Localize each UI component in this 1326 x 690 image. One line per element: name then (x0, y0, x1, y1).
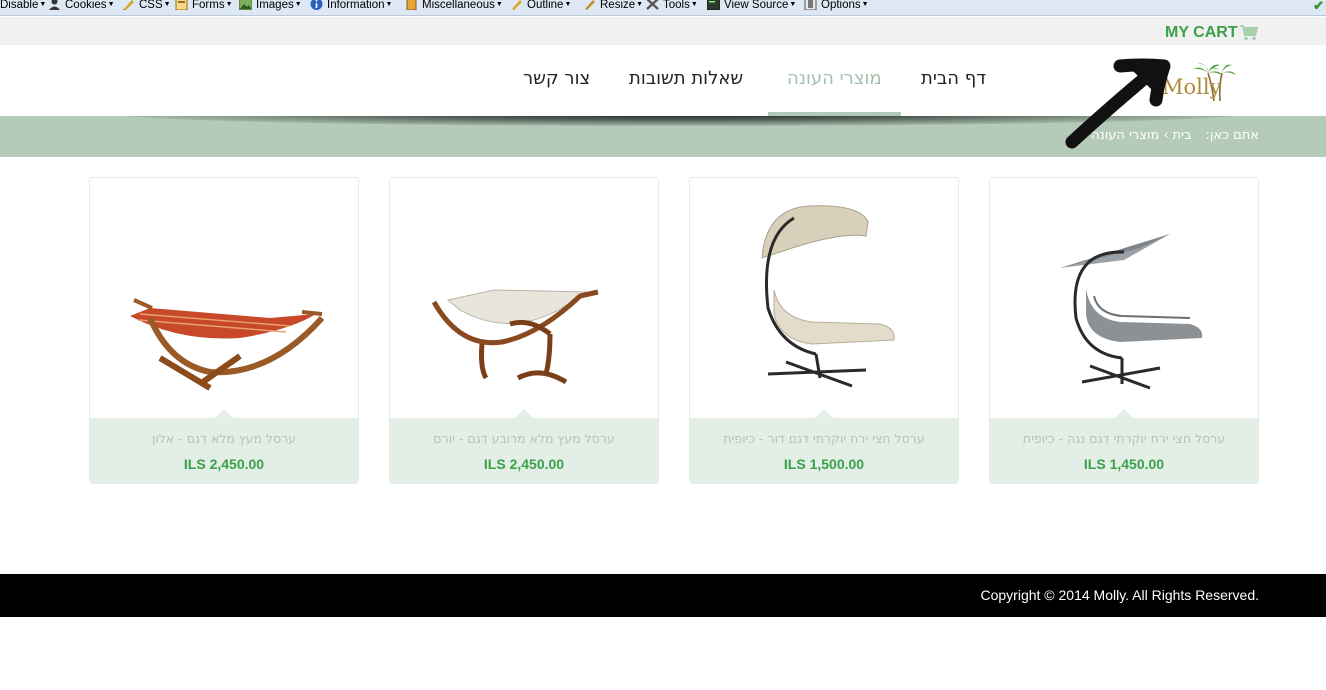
devbar-resize-label: Resize (600, 0, 636, 11)
card-notch (214, 409, 234, 419)
devbar-css-label: CSS (139, 0, 163, 11)
devbar-outline-menu[interactable]: Outline ▼ (510, 0, 571, 16)
tools-icon (646, 0, 659, 10)
css-icon (122, 0, 135, 10)
dropdown-arrow-icon: ▼ (636, 1, 644, 8)
devbar-information-menu[interactable]: Information ▼ (310, 0, 392, 16)
dropdown-arrow-icon: ▼ (564, 1, 572, 8)
devbar-outline-label: Outline (527, 0, 564, 11)
devbar-css-menu[interactable]: CSS ▼ (122, 0, 171, 16)
devbar-view-source-label: View Source (724, 0, 789, 11)
devbar-images-menu[interactable]: Images ▼ (238, 0, 302, 16)
dropdown-arrow-icon: ▼ (294, 1, 302, 8)
site-footer: Copyright © 2014 Molly. All Rights Reser… (0, 574, 1326, 617)
cookies-icon (48, 0, 61, 10)
product-info: ערסל חצי ירח יוקרתי דגם דור - כיופית ILS… (690, 409, 958, 483)
product-image[interactable] (90, 178, 358, 418)
devbar-view-source-menu[interactable]: View Source ▼ (706, 0, 797, 16)
devbar-disable-menu[interactable]: Disable ▼ (0, 0, 46, 16)
images-icon (238, 0, 253, 11)
product-price: ILS 1,450.00 (1083, 456, 1165, 472)
devbar-options-label: Options (821, 0, 861, 11)
dropdown-arrow-icon: ▼ (163, 1, 171, 8)
product-name[interactable]: ערסל מעץ מלא דגם - אלון (90, 431, 358, 446)
devbar-information-label: Information (327, 0, 385, 11)
options-icon (804, 0, 817, 11)
product-price: ILS 2,450.00 (183, 456, 265, 472)
dropdown-arrow-icon: ▼ (107, 1, 115, 8)
devbar-forms-menu[interactable]: Forms ▼ (175, 0, 233, 16)
nav-faq[interactable]: שאלות תשובות (629, 68, 743, 89)
devbar-tools-menu[interactable]: Tools ▼ (646, 0, 698, 16)
copyright-text: Copyright © 2014 Molly. All Rights Reser… (980, 587, 1259, 603)
card-notch (1114, 409, 1134, 419)
my-cart-label: MY CART (1165, 24, 1238, 41)
devbar-resize-menu[interactable]: Resize ▼ (583, 0, 643, 16)
devbar-images-label: Images (256, 0, 294, 11)
card-notch (814, 409, 834, 419)
nav-home[interactable]: דף הבית (921, 68, 986, 89)
product-price: ILS 1,500.00 (783, 456, 865, 472)
product-info: ערסל חצי ירח יוקרתי דגם נגה - כיופית ILS… (990, 409, 1258, 483)
product-card[interactable]: ערסל חצי ירח יוקרתי דגם דור - כיופית ILS… (689, 177, 959, 484)
product-card[interactable]: ערסל מעץ מלא דגם - אלון ILS 2,450.00 (89, 177, 359, 484)
product-card[interactable]: ערסל חצי ירח יוקרתי דגם נגה - כיופית ILS… (989, 177, 1259, 484)
wooden-arc-hammock-image (130, 298, 325, 391)
devbar-miscellaneous-menu[interactable]: Miscellaneous ▼ (405, 0, 503, 16)
annotation-arrow-icon (1065, 58, 1171, 149)
forms-icon (175, 0, 188, 11)
devbar-options-menu[interactable]: Options ▼ (804, 0, 869, 16)
breadcrumb-prefix: אתם כאן: (1205, 128, 1259, 143)
devbar-tools-label: Tools (663, 0, 690, 11)
product-info: ערסל מעץ מלא מרובע דגם - יורם ILS 2,450.… (390, 409, 658, 483)
devbar-disable-label: Disable (0, 0, 39, 11)
devbar-cookies-label: Cookies (65, 0, 107, 11)
dropdown-arrow-icon: ▼ (789, 1, 797, 8)
product-image[interactable] (690, 178, 958, 418)
product-image[interactable] (990, 178, 1258, 418)
product-name[interactable]: ערסל מעץ מלא מרובע דגם - יורם (390, 431, 658, 446)
devbar-miscellaneous-label: Miscellaneous (422, 0, 495, 11)
product-name[interactable]: ערסל חצי ירח יוקרתי דגם דור - כיופית (690, 431, 958, 446)
product-price: ILS 2,450.00 (483, 456, 565, 472)
product-name[interactable]: ערסל חצי ירח יוקרתי דגם נגה - כיופית (990, 431, 1258, 446)
nav-contact[interactable]: צור קשר (523, 68, 590, 89)
dropdown-arrow-icon: ▼ (225, 1, 233, 8)
dropdown-arrow-icon: ▼ (385, 1, 393, 8)
view-source-icon (706, 0, 721, 11)
card-notch (514, 409, 534, 419)
grey-hanging-chaise-image (1060, 234, 1203, 390)
dropdown-arrow-icon: ▼ (495, 1, 503, 8)
information-icon (310, 0, 323, 10)
top-cart-strip: MY CART (0, 17, 1326, 45)
nav-season-products[interactable]: מוצרי העונה (787, 68, 882, 89)
dropdown-arrow-icon: ▼ (690, 1, 698, 8)
check-icon[interactable]: ✔ (1313, 0, 1324, 14)
product-card[interactable]: ערסל מעץ מלא מרובע דגם - יורם ILS 2,450.… (389, 177, 659, 484)
square-wooden-hammock-image (431, 289, 599, 385)
shopping-cart-icon (1239, 25, 1258, 41)
miscellaneous-icon (405, 0, 418, 11)
dropdown-arrow-icon: ▼ (861, 1, 869, 8)
resize-icon (583, 0, 596, 10)
product-info: ערסל מעץ מלא דגם - אלון ILS 2,450.00 (90, 409, 358, 483)
outline-icon (510, 0, 523, 10)
beige-hanging-chaise-image (761, 205, 895, 388)
my-cart-link[interactable]: MY CART (1165, 24, 1258, 42)
dropdown-arrow-icon: ▼ (39, 1, 47, 8)
devbar-forms-label: Forms (192, 0, 225, 11)
web-developer-toolbar: Disable ▼ Cookies ▼ CSS ▼ Forms ▼ Images ▼ In… (0, 0, 1326, 16)
product-image[interactable] (390, 178, 658, 418)
devbar-cookies-menu[interactable]: Cookies ▼ (48, 0, 115, 16)
